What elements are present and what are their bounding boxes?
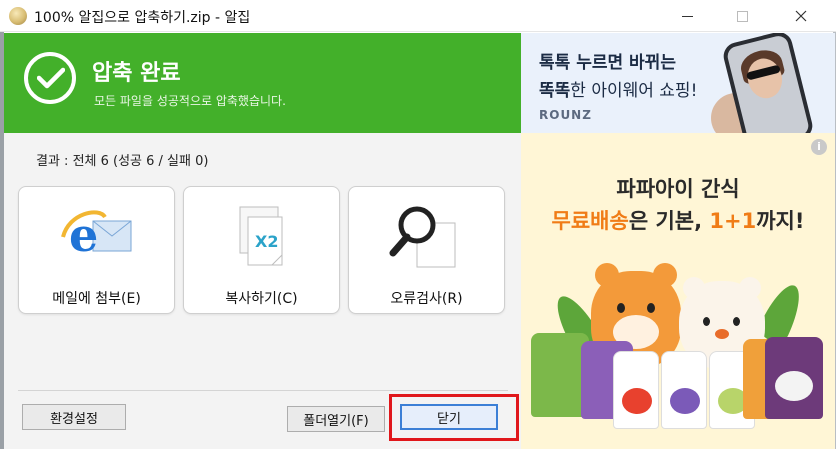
- copy-label: 복사하기(C): [225, 291, 298, 307]
- error-check-label: 오류검사(R): [390, 291, 463, 307]
- ad-top-line2: 똑똑한 아이웨어 쇼핑!: [539, 76, 697, 101]
- open-folder-button[interactable]: 폴더열기(F): [287, 406, 385, 432]
- ad-main-line2: 무료배송은 기본, 1+1까지!: [551, 209, 805, 233]
- copy-document-icon: X2: [239, 206, 283, 266]
- error-check-button[interactable]: 오류검사(R): [348, 186, 505, 314]
- copy-button[interactable]: X2 복사하기(C): [183, 186, 340, 314]
- header-subtitle: 모든 파일을 성공적으로 압축했습니다.: [94, 94, 286, 108]
- completion-header: 압축 완료 모든 파일을 성공적으로 압축했습니다.: [4, 33, 521, 133]
- snack-ad-banner[interactable]: i 파파아이 간식 무료배송은 기본, 1+1까지!: [521, 133, 835, 449]
- pouch-papa-zoo: [765, 337, 823, 419]
- window-title: 100% 알집으로 압축하기.zip - 알집: [34, 10, 251, 26]
- eyewear-ad-banner[interactable]: 톡톡 누르면 바뀌는 똑똑한 아이웨어 쇼핑! ROUNZ: [521, 33, 835, 133]
- pouch-apple: [613, 351, 659, 429]
- attach-to-email-label: 메일에 첨부(E): [52, 291, 141, 307]
- ad-brand-logo: ROUNZ: [539, 108, 592, 122]
- maximize-button[interactable]: [719, 0, 765, 32]
- pouch-grape: [661, 351, 707, 429]
- ad-top-line2-rest: 한 아이웨어 쇼핑!: [570, 81, 698, 101]
- minimize-icon: [681, 15, 693, 17]
- close-window-button[interactable]: [778, 0, 824, 32]
- minimize-button[interactable]: [664, 0, 710, 32]
- copy-icon-text: X2: [255, 232, 278, 251]
- close-icon: [795, 10, 807, 22]
- highlight-box: [389, 394, 519, 441]
- ad-main-line1: 파파아이 간식: [616, 177, 740, 201]
- ad-top-line1: 톡톡 누르면 바뀌는: [539, 53, 676, 73]
- settings-button[interactable]: 환경설정: [22, 404, 126, 430]
- maximize-icon: [736, 10, 748, 22]
- ad-top-line2-bold: 똑똑: [539, 81, 571, 101]
- attach-to-email-button[interactable]: e 메일에 첨부(E): [18, 186, 175, 314]
- result-summary: 결과 : 전체 6 (성공 6 / 실패 0): [36, 154, 209, 169]
- alzip-app-icon: [9, 7, 27, 25]
- internet-explorer-mail-icon: e: [61, 208, 132, 262]
- title-bar: 100% 알집으로 압축하기.zip - 알집: [0, 0, 836, 32]
- checkmark-circle-icon: [24, 52, 76, 104]
- magnifier-document-icon: [389, 206, 456, 268]
- header-title: 압축 완료: [92, 61, 181, 86]
- divider: [18, 390, 508, 391]
- ad-info-icon[interactable]: i: [811, 139, 827, 155]
